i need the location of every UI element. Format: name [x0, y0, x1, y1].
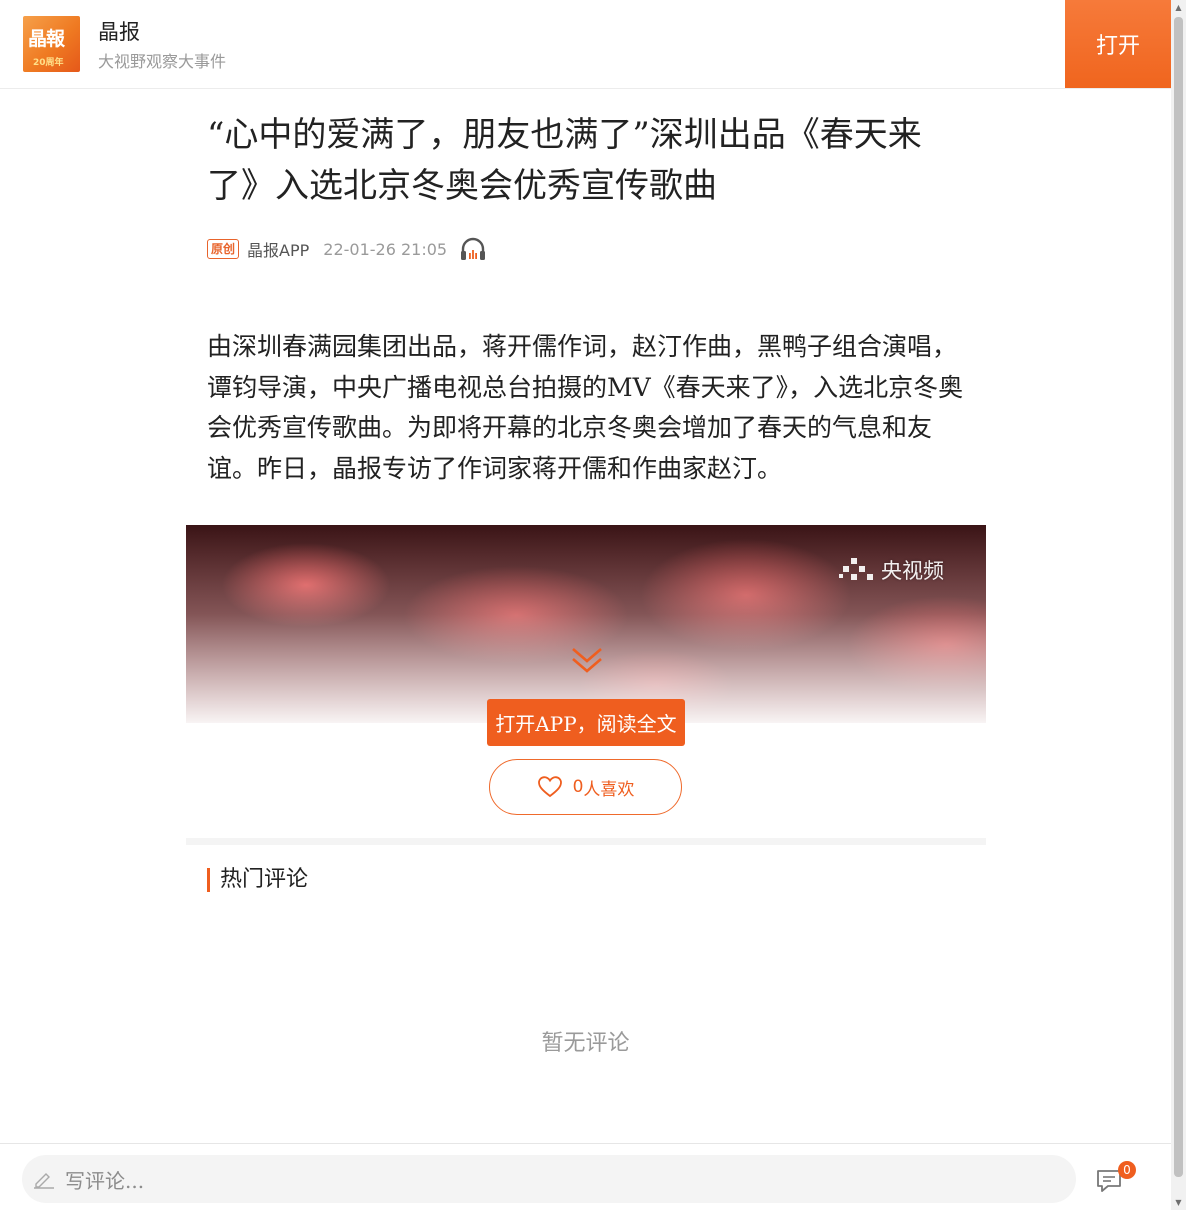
scroll-down-arrow-icon[interactable]: ▼ — [1171, 1195, 1186, 1210]
logo-subtext: 20周年 — [33, 58, 64, 68]
video-watermark: 央视频 — [839, 555, 944, 585]
comments-button[interactable]: 0 — [1094, 1160, 1140, 1196]
scrollbar-thumb[interactable] — [1174, 17, 1183, 1177]
read-full-article-button[interactable]: 打开APP，阅读全文 — [487, 699, 685, 746]
app-logo: 晶報 20周年 — [23, 16, 80, 72]
hot-comments-title: 热门评论 — [207, 868, 308, 892]
heart-icon — [537, 776, 562, 798]
app-slogan: 大视野观察大事件 — [98, 52, 227, 71]
video-preview[interactable]: 央视频 — [186, 525, 986, 723]
cctv-video-logo-icon — [839, 558, 873, 580]
headphones-icon[interactable] — [459, 237, 487, 261]
like-label: 人喜欢 — [583, 779, 635, 800]
video-watermark-text: 央视频 — [881, 559, 944, 583]
no-comments-text: 暂无评论 — [541, 1031, 630, 1056]
comment-count-badge: 0 — [1118, 1161, 1136, 1179]
article-meta: 原创 晶报APP 22-01-26 21:05 — [207, 237, 487, 261]
logo-text: 晶報 — [28, 28, 65, 50]
article-body: 由深圳春满园集团出品，蒋开儒作词，赵汀作曲，黑鸭子组合演唱，谭钧导演，中央广播电… — [207, 332, 964, 483]
original-badge: 原创 — [207, 239, 240, 259]
app-name: 晶报 — [98, 20, 140, 44]
pencil-icon — [34, 1173, 54, 1189]
top-bar: 晶報 20周年 晶报 大视野观察大事件 打开 — [0, 0, 1171, 89]
like-count: 0 — [572, 777, 584, 797]
article-source: 晶报APP — [247, 241, 310, 260]
double-chevron-down-icon[interactable] — [570, 644, 604, 676]
section-divider — [186, 838, 986, 845]
article-title: “心中的爱满了，朋友也满了”深圳出品《春天来了》入选北京冬奥会优秀宣传歌曲 — [207, 115, 922, 206]
like-button[interactable]: 0 人喜欢 — [489, 759, 682, 815]
scrollbar[interactable]: ▲ ▼ — [1171, 0, 1186, 1210]
comment-input[interactable]: 写评论... — [22, 1155, 1076, 1203]
comment-input-placeholder: 写评论... — [65, 1168, 145, 1193]
bottom-bar: 写评论... 0 — [0, 1143, 1171, 1211]
article-header: “心中的爱满了，朋友也满了”深圳出品《春天来了》入选北京冬奥会优秀宣传歌曲 — [207, 110, 972, 212]
article-time: 22-01-26 21:05 — [323, 239, 448, 259]
open-app-button[interactable]: 打开 — [1065, 0, 1171, 88]
scroll-up-arrow-icon[interactable]: ▲ — [1171, 0, 1186, 15]
